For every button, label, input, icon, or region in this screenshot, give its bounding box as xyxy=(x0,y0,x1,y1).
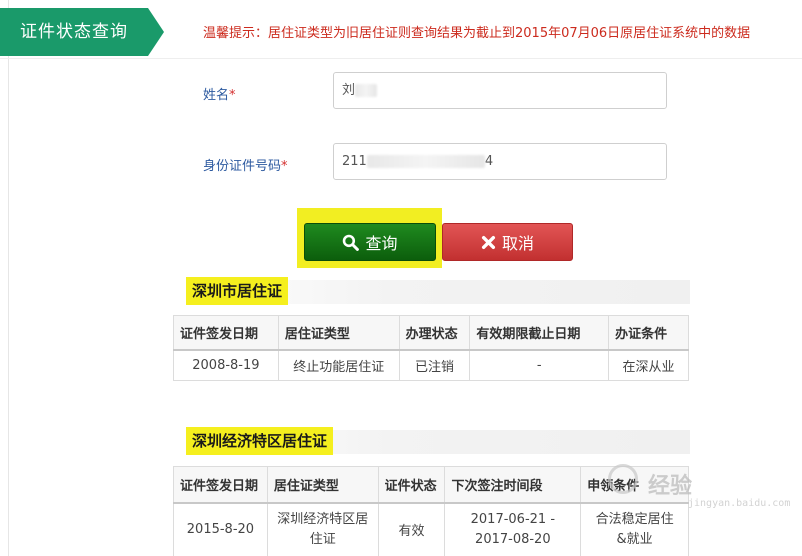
column-header: 有效期限截止日期 xyxy=(469,315,610,351)
table-header-row: 证件签发日期 居住证类型 办理状态 有效期限截止日期 办证条件 xyxy=(173,315,689,351)
close-icon xyxy=(481,235,496,249)
table-cell: 2017-06-21 - 2017-08-20 xyxy=(444,502,582,556)
table-cell: 有效 xyxy=(377,502,446,556)
cell-line: 深圳经济特区居 xyxy=(277,511,369,527)
column-header: 证件签发日期 xyxy=(173,466,268,504)
search-icon xyxy=(343,234,360,251)
id-input[interactable]: 211 4 xyxy=(333,143,667,180)
column-header: 办理状态 xyxy=(398,315,471,351)
left-divider xyxy=(8,0,9,556)
id-prefix: 211 xyxy=(342,154,367,169)
table-row: 2008-8-19 终止功能居住证 已注销 - 在深从业 xyxy=(173,349,689,381)
cancel-button[interactable]: 取消 xyxy=(442,223,573,261)
table-cell: 终止功能居住证 xyxy=(277,349,400,381)
name-input[interactable]: 刘 xyxy=(333,72,667,109)
table-cell: 2015-8-20 xyxy=(173,502,268,556)
watermark-logo-icon xyxy=(608,464,638,494)
section-title-sez: 深圳经济特区居住证 xyxy=(186,427,334,455)
column-header: 证件状态 xyxy=(377,466,446,504)
header-divider xyxy=(0,58,802,59)
required-mark: * xyxy=(229,88,236,103)
required-mark: * xyxy=(281,159,288,174)
watermark-url: jingyan.baidu.com xyxy=(688,498,791,509)
redaction-mask xyxy=(366,155,485,168)
table-cell: 深圳经济特区居 住证 xyxy=(266,502,379,556)
residence-permit-table: 证件签发日期 居住证类型 办理状态 有效期限截止日期 办证条件 2008-8-1… xyxy=(173,315,689,381)
page: 证件状态查询 温馨提示：居住证类型为旧居住证则查询结果为截止到2015年07月0… xyxy=(0,0,802,556)
table-cell: 在深从业 xyxy=(608,349,689,381)
cell-line: 2017-08-20 xyxy=(475,531,551,547)
cell-line: 2017-06-21 - xyxy=(470,511,556,527)
id-suffix: 4 xyxy=(484,154,494,169)
table-cell: - xyxy=(469,349,610,381)
name-label-text: 姓名 xyxy=(203,88,230,103)
table-row: 2015-8-20 深圳经济特区居 住证 有效 2017-06-21 - 201… xyxy=(173,502,689,556)
column-header: 下次签注时间段 xyxy=(444,466,582,504)
notice-text: 温馨提示：居住证类型为旧居住证则查询结果为截止到2015年07月06日原居住证系… xyxy=(203,26,751,41)
column-header: 居住证类型 xyxy=(266,466,379,504)
cell-line: 合法稳定居住 xyxy=(595,511,674,527)
cell-line: 住证 xyxy=(309,531,336,547)
tab-title[interactable]: 证件状态查询 xyxy=(0,8,164,56)
id-label-text: 身份证件号码 xyxy=(203,159,282,174)
table-cell: 2008-8-19 xyxy=(173,349,279,381)
cell-line: &就业 xyxy=(616,531,653,547)
name-value: 刘 xyxy=(342,83,356,98)
table-cell: 已注销 xyxy=(398,349,471,381)
column-header: 办证条件 xyxy=(608,315,689,351)
query-button[interactable]: 查询 xyxy=(304,223,436,261)
id-label: 身份证件号码* xyxy=(203,155,288,174)
column-header: 证件签发日期 xyxy=(173,315,279,351)
cancel-button-label: 取消 xyxy=(501,234,534,253)
watermark-text: 经验 xyxy=(648,474,693,499)
redaction-mask xyxy=(355,84,378,97)
query-button-label: 查询 xyxy=(365,234,398,253)
column-header: 居住证类型 xyxy=(277,315,400,351)
name-label: 姓名* xyxy=(203,84,236,103)
section-title-shenzhen: 深圳市居住证 xyxy=(186,277,289,305)
table-cell: 合法稳定居住 &就业 xyxy=(580,502,689,556)
